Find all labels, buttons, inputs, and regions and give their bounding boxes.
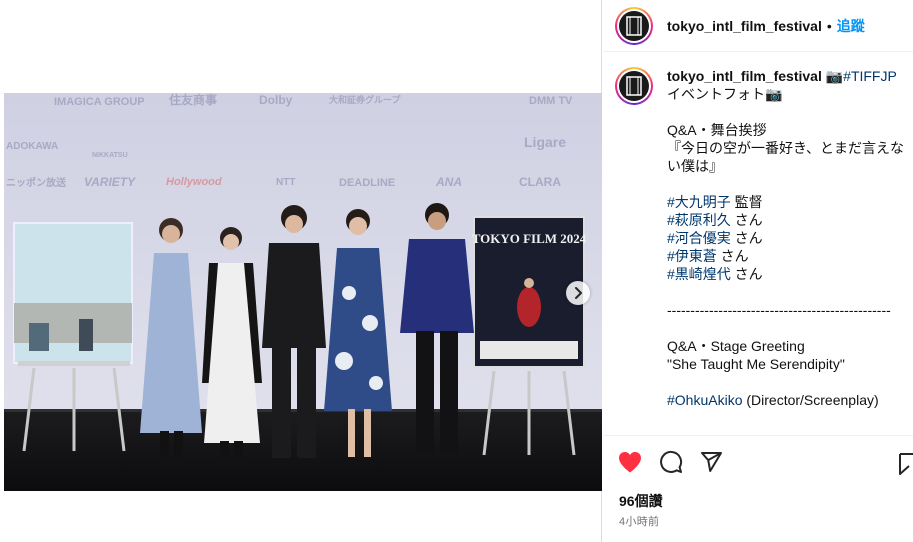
caption-line: 『今日の空が一番好き、とまだ言えない僕は』 [667, 140, 905, 174]
bookmark-icon [899, 453, 913, 475]
caption-username-link[interactable]: tokyo_intl_film_festival [667, 68, 822, 84]
comment-button[interactable] [659, 450, 683, 474]
like-button[interactable] [617, 450, 643, 474]
caption-text: tokyo_intl_film_festival 📷#TIFFJP イベントフォ… [667, 67, 913, 409]
sponsor-logo: 住友商事 [169, 93, 217, 107]
follow-button[interactable]: 追蹤 [837, 16, 865, 36]
hashtag-link[interactable]: #伊東蒼 [667, 248, 717, 264]
caption-avatar[interactable] [615, 67, 653, 105]
sponsor-logo: Ligare [524, 134, 566, 150]
person-role: さん [730, 266, 763, 282]
comment-icon [660, 450, 683, 473]
sponsor-logo: Hollywood [166, 176, 222, 188]
caption-person: #河合優実 さん [667, 229, 913, 247]
sponsor-logo: NTT [276, 177, 295, 188]
caption-divider: ----------------------------------------… [667, 302, 891, 318]
sponsor-logo: 大和証券グループ [329, 94, 401, 105]
chevron-right-icon [575, 287, 582, 299]
post-timestamp[interactable]: 4小時前 [619, 513, 659, 529]
caption-intro: イベントフォト📷 [667, 86, 783, 102]
poster-title: TOKYO FILM 2024 [472, 231, 587, 246]
post-header: tokyo_intl_film_festival • 追蹤 [603, 0, 913, 52]
sponsor-logo: ADOKAWA [6, 141, 58, 152]
sponsor-logo: DMM TV [529, 95, 573, 107]
hashtag-link[interactable]: #大九明子 [667, 194, 731, 210]
next-photo-button[interactable] [566, 281, 590, 305]
hashtag-link[interactable]: #OhkuAkiko [667, 392, 742, 408]
hashtag-link[interactable]: #河合優実 [667, 230, 731, 246]
hashtag-link[interactable]: #黒崎煌代 [667, 266, 731, 282]
sponsor-logo: Dolby [259, 93, 293, 107]
stage-photo-illustration: IMAGICA GROUP 住友商事 Dolby 大和証券グループ DMM TV… [4, 93, 602, 491]
caption-person: #大九明子 監督 [667, 193, 913, 211]
caption-line: "She Taught Me Serendipity" [667, 356, 845, 372]
header-username-link[interactable]: tokyo_intl_film_festival [667, 18, 822, 34]
likes-count[interactable]: 96個讚 [619, 491, 663, 511]
media-panel: IMAGICA GROUP 住友商事 Dolby 大和証券グループ DMM TV… [0, 0, 602, 542]
credit-role: (Director/Screenplay) [742, 392, 879, 408]
film-logo-icon [626, 76, 642, 96]
caption-area[interactable]: tokyo_intl_film_festival 📷#TIFFJP イベントフォ… [603, 53, 913, 435]
share-button[interactable] [699, 450, 723, 474]
caption-line: Q&A・舞台挨拶 [667, 122, 767, 138]
instagram-post-view: IMAGICA GROUP 住友商事 Dolby 大和証券グループ DMM TV… [0, 0, 913, 542]
post-side-panel: tokyo_intl_film_festival • 追蹤 tokyo_intl… [603, 0, 913, 542]
caption-person: #萩原利久 さん [667, 211, 913, 229]
person-role: さん [716, 248, 749, 264]
sponsor-logo: ANA [435, 175, 462, 189]
sponsor-logo: IMAGICA GROUP [54, 96, 145, 108]
profile-avatar[interactable] [615, 6, 653, 45]
send-icon [701, 452, 722, 472]
save-button[interactable] [899, 453, 913, 475]
sponsor-logo: ニッポン放送 [6, 176, 67, 189]
sponsor-logo: CLARA [519, 175, 561, 189]
caption-person: #黒崎煌代 さん [667, 265, 913, 283]
caption-line: Q&A・Stage Greeting [667, 338, 805, 354]
hashtag-link[interactable]: #TIFFJP [843, 68, 896, 84]
caption-person: #伊東蒼 さん [667, 247, 913, 265]
person-role: さん [730, 230, 763, 246]
person-role: さん [730, 212, 763, 228]
sponsor-logo: VARIETY [84, 175, 136, 189]
heart-icon [619, 452, 641, 473]
camera-emoji: 📷 [825, 68, 844, 84]
person-role: 監督 [730, 194, 763, 210]
post-actions: 96個讚 4小時前 [603, 435, 913, 542]
post-photo[interactable]: IMAGICA GROUP 住友商事 Dolby 大和証券グループ DMM TV… [4, 93, 602, 491]
separator-dot: • [826, 17, 832, 34]
sponsor-logo: NIKKATSU [92, 152, 128, 159]
sponsor-logo: DEADLINE [339, 177, 395, 189]
hashtag-link[interactable]: #萩原利久 [667, 212, 731, 228]
film-logo-icon [626, 15, 642, 36]
